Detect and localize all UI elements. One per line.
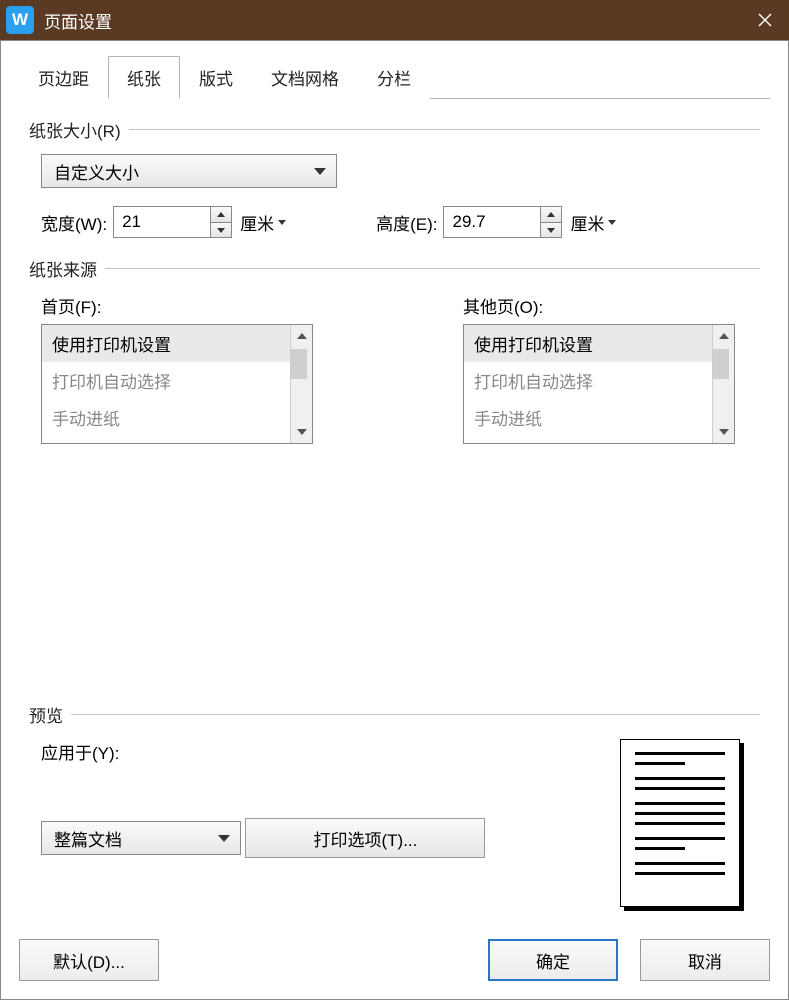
ok-button[interactable]: 确定 — [488, 939, 618, 981]
tab-bar: 页边距 纸张 版式 文档网格 分栏 — [19, 55, 770, 99]
paper-size-value: 自定义大小 — [54, 159, 139, 184]
height-unit-dropdown[interactable]: 厘米 — [570, 210, 616, 235]
tab-columns[interactable]: 分栏 — [358, 56, 430, 99]
other-pages-source: 其他页(O): 使用打印机设置 打印机自动选择 手动进纸 — [463, 293, 735, 444]
chevron-down-icon — [278, 220, 286, 225]
legend-preview: 预览 — [29, 702, 63, 727]
scrollbar[interactable] — [290, 325, 312, 443]
list-item[interactable]: 使用打印机设置 — [464, 325, 712, 362]
app-icon: W — [6, 6, 34, 34]
list-item[interactable]: 手动进纸 — [464, 399, 712, 436]
scroll-down-icon[interactable] — [713, 421, 735, 443]
group-paper-size: 纸张大小(R) 自定义大小 宽度(W): — [29, 117, 760, 238]
apply-to-value: 整篇文档 — [54, 826, 122, 851]
width-unit-dropdown[interactable]: 厘米 — [240, 210, 286, 235]
scroll-down-icon[interactable] — [291, 421, 313, 443]
width-step-up[interactable] — [211, 207, 231, 222]
legend-paper-source: 纸张来源 — [29, 256, 97, 281]
list-item[interactable]: 手动进纸 — [42, 399, 290, 436]
scroll-thumb[interactable] — [291, 349, 307, 379]
divider — [129, 129, 760, 130]
page-preview — [620, 739, 740, 907]
chevron-down-icon — [218, 835, 230, 842]
group-paper-source: 纸张来源 首页(F): 使用打印机设置 打印机自动选择 手动进纸 — [29, 256, 760, 444]
other-pages-list[interactable]: 使用打印机设置 打印机自动选择 手动进纸 — [463, 324, 735, 444]
width-spinner[interactable] — [113, 206, 232, 238]
width-input[interactable] — [114, 207, 210, 237]
height-input[interactable] — [444, 207, 540, 237]
tab-margins[interactable]: 页边距 — [19, 56, 108, 99]
tab-layout[interactable]: 版式 — [180, 56, 252, 99]
height-spinner[interactable] — [443, 206, 562, 238]
dialog-button-row: 默认(D)... 确定 取消 — [19, 939, 770, 981]
other-pages-label: 其他页(O): — [463, 293, 735, 318]
close-icon[interactable] — [741, 0, 789, 40]
tab-grid[interactable]: 文档网格 — [252, 56, 358, 99]
scroll-up-icon[interactable] — [713, 325, 735, 347]
height-unit-label: 厘米 — [570, 210, 604, 235]
width-unit-label: 厘米 — [240, 210, 274, 235]
dialog-body: 页边距 纸张 版式 文档网格 分栏 纸张大小(R) 自定义大小 — [0, 40, 789, 1000]
apply-to-label: 应用于(Y): — [41, 739, 485, 764]
tab-paper[interactable]: 纸张 — [108, 56, 180, 99]
list-item[interactable]: 打印机自动选择 — [42, 362, 290, 399]
scroll-up-icon[interactable] — [291, 325, 313, 347]
first-page-list[interactable]: 使用打印机设置 打印机自动选择 手动进纸 — [41, 324, 313, 444]
first-page-source: 首页(F): 使用打印机设置 打印机自动选择 手动进纸 — [41, 293, 313, 444]
height-step-down[interactable] — [541, 222, 561, 237]
window-title: 页面设置 — [44, 8, 741, 33]
height-field: 高度(E): 厘米 — [376, 206, 616, 238]
chevron-down-icon — [314, 168, 326, 175]
scroll-thumb[interactable] — [713, 349, 729, 379]
list-item[interactable]: 使用打印机设置 — [42, 325, 290, 362]
width-label: 宽度(W): — [41, 210, 107, 235]
titlebar: W 页面设置 — [0, 0, 789, 40]
first-page-label: 首页(F): — [41, 293, 313, 318]
cancel-button[interactable]: 取消 — [640, 939, 770, 981]
list-item[interactable]: 打印机自动选择 — [464, 362, 712, 399]
height-step-up[interactable] — [541, 207, 561, 222]
divider — [105, 268, 760, 269]
width-step-down[interactable] — [211, 222, 231, 237]
height-label: 高度(E): — [376, 210, 437, 235]
chevron-down-icon — [608, 220, 616, 225]
width-field: 宽度(W): 厘米 — [41, 206, 286, 238]
apply-to-dropdown[interactable]: 整篇文档 — [41, 821, 241, 855]
paper-size-dropdown[interactable]: 自定义大小 — [41, 154, 337, 188]
print-options-button[interactable]: 打印选项(T)... — [245, 818, 485, 858]
divider — [71, 714, 760, 715]
scrollbar[interactable] — [712, 325, 734, 443]
group-preview: 预览 应用于(Y): 整篇文档 打印选项(T)... — [29, 702, 760, 907]
default-button[interactable]: 默认(D)... — [19, 939, 159, 981]
legend-paper-size: 纸张大小(R) — [29, 117, 121, 142]
